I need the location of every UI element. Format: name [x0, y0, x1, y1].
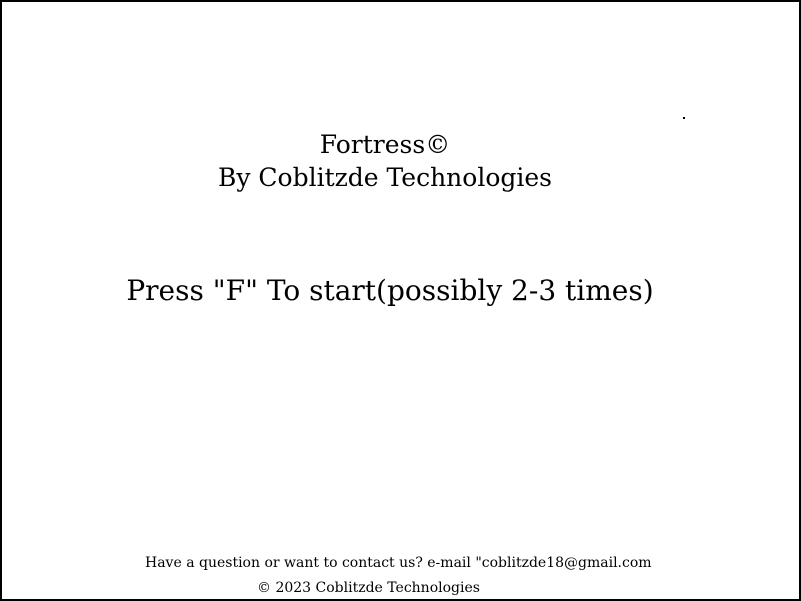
developer-byline: By Coblitzde Technologies	[217, 163, 553, 192]
copyright-notice: © 2023 Coblitzde Technologies	[257, 580, 480, 596]
game-canvas[interactable]: Fortress© By Coblitzde Technologies Pres…	[0, 0, 801, 601]
start-instructions: Press "F" To start(possibly 2-3 times)	[126, 274, 654, 307]
contact-info: Have a question or want to contact us? e…	[145, 555, 652, 571]
game-title: Fortress©	[319, 130, 451, 159]
stray-pixel-dot	[683, 117, 685, 119]
title-block: Fortress© By Coblitzde Technologies	[2, 128, 768, 194]
